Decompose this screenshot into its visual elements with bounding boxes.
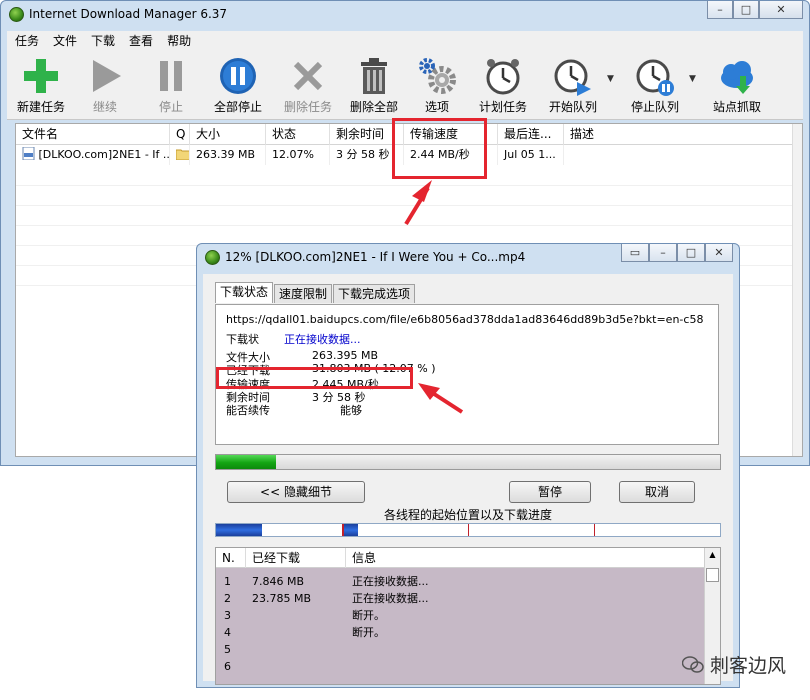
annotation-arrows <box>404 180 464 414</box>
watermark: 刺客边风 <box>681 651 786 678</box>
wechat-icon <box>681 656 704 673</box>
annotation-arrowhead-upper <box>412 180 432 202</box>
